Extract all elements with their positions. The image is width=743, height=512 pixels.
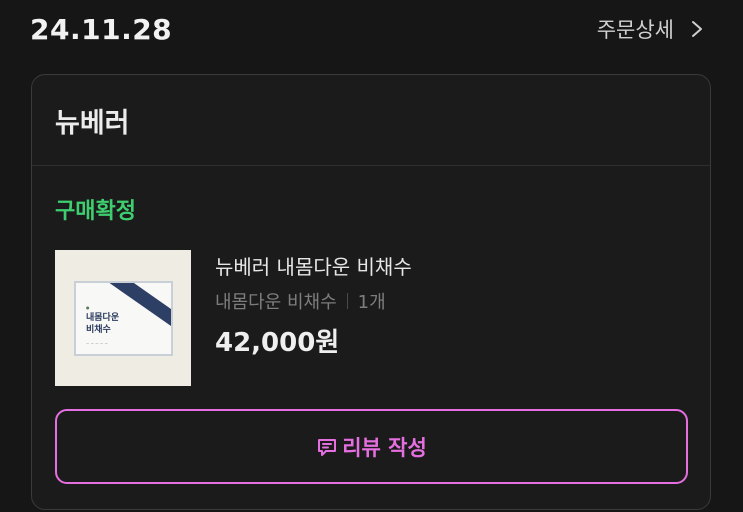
product-quantity: 1개 [357,292,386,313]
product-option-row: 내몸다운 비채수 1개 [215,288,412,314]
thumbnail-script-decoration: ~ ~ ~ ~ ~ [86,341,108,346]
order-date: 24.11.28 [30,12,173,46]
thumbnail-title-line1: 내몸다운 [86,313,120,323]
product-thumbnail[interactable]: ● 내몸다운 비채수 ~ ~ ~ ~ ~ [55,250,191,386]
order-card: 뉴베러 구매확정 ● 내몸다운 비채수 ~ ~ ~ ~ ~ 뉴베러 내몸다운 비… [31,74,711,510]
write-review-button[interactable]: 리뷰 작성 [55,409,688,484]
write-review-label: 리뷰 작성 [342,435,427,460]
product-info: 뉴베러 내몸다운 비채수 내몸다운 비채수 1개 42,000원 [215,247,412,359]
product-name[interactable]: 뉴베러 내몸다운 비채수 [215,251,412,280]
thumbnail-frame: ● 내몸다운 비채수 ~ ~ ~ ~ ~ [74,281,173,356]
thumbnail-title-line2: 비채수 [86,325,111,335]
order-status-label: 구매확정 [55,199,136,224]
chevron-right-icon [692,21,702,37]
product-option: 내몸다운 비채수 [215,292,337,313]
order-detail-label: 주문상세 [596,18,674,42]
option-divider [346,293,348,309]
thumbnail-title: 내몸다운 비채수 [86,312,119,336]
store-name: 뉴베러 [55,107,130,139]
product-price: 42,000원 [215,328,340,358]
thumbnail-brand-mark: ● [86,305,90,310]
order-detail-link[interactable]: 주문상세 [597,14,706,44]
store-row: 뉴베러 [32,75,710,166]
review-chat-icon [318,438,337,456]
order-header: 24.11.28 주문상세 [30,8,712,50]
